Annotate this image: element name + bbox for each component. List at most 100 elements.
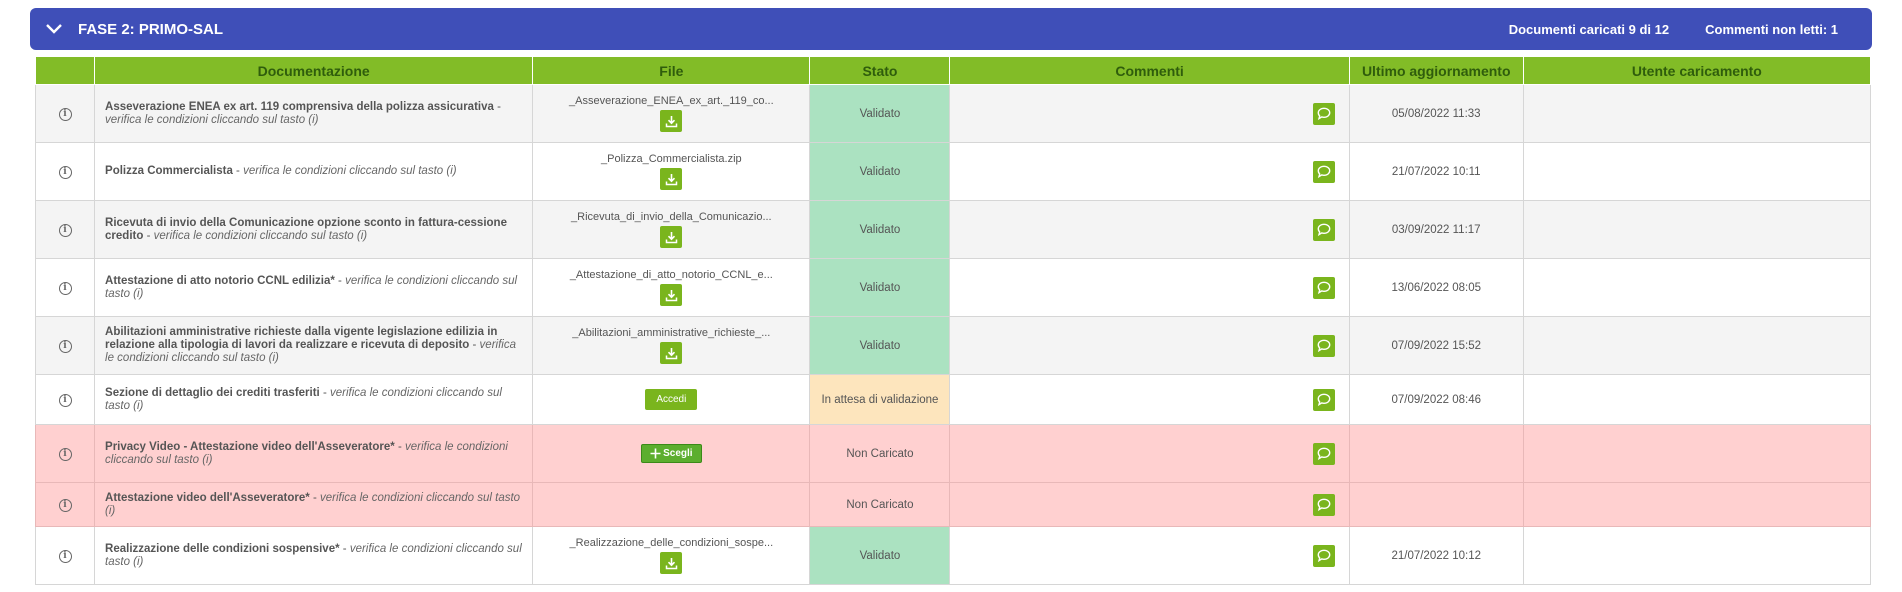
scegli-button[interactable]: Scegli: [641, 444, 702, 463]
col-header-documentazione: Documentazione: [94, 56, 534, 85]
info-icon[interactable]: i: [58, 165, 72, 179]
comment-button[interactable]: [1312, 544, 1335, 567]
status-badge: Validato: [809, 200, 951, 259]
download-button[interactable]: [660, 226, 683, 248]
comments-cell: [949, 526, 1350, 585]
document-cell: Attestazione di atto notorio CCNL ediliz…: [94, 258, 534, 317]
upload-user: [1522, 482, 1872, 527]
file-name[interactable]: _Asseverazione_ENEA_ex_art._119_co...: [541, 95, 801, 107]
document-cell: Asseverazione ENEA ex art. 119 comprensi…: [94, 84, 534, 143]
status-badge: Validato: [809, 258, 951, 317]
chevron-down-icon[interactable]: [30, 8, 78, 50]
comments-cell: [949, 84, 1350, 143]
status-badge: Validato: [809, 526, 951, 585]
required-asterisk: *: [335, 542, 340, 555]
unread-comments-counter: Commenti non letti: 1: [1705, 21, 1838, 37]
comment-button[interactable]: [1312, 334, 1335, 357]
comments-cell: [949, 482, 1350, 527]
status-badge: Validato: [809, 316, 951, 375]
comments-cell: [949, 374, 1350, 425]
upload-user: [1522, 258, 1872, 317]
info-icon[interactable]: i: [58, 281, 72, 295]
last-update: 07/09/2022 15:52: [1348, 316, 1524, 375]
info-icon[interactable]: i: [58, 393, 72, 407]
last-update: 07/09/2022 08:46: [1348, 374, 1524, 425]
comment-button[interactable]: [1312, 160, 1335, 183]
file-name[interactable]: _Abilitazioni_amministrative_richieste_.…: [541, 327, 801, 339]
required-asterisk: *: [305, 491, 310, 504]
col-header-info: [34, 56, 96, 85]
comments-cell: [949, 142, 1350, 201]
file-name[interactable]: _Realizzazione_delle_condizioni_sospe...: [541, 537, 801, 549]
comment-button[interactable]: [1312, 493, 1335, 516]
document-title: Sezione di dettaglio dei crediti trasfer…: [105, 386, 320, 399]
table-row: i Ricevuta di invio della Comunicazione o…: [34, 200, 1872, 259]
last-update: 13/06/2022 08:05: [1348, 258, 1524, 317]
document-cell: Realizzazione delle condizioni sospensiv…: [94, 526, 534, 585]
download-button[interactable]: [660, 110, 683, 132]
table-row: i Attestazione video dell'Asseveratore* -…: [34, 482, 1872, 527]
comment-icon: [1317, 107, 1331, 120]
info-icon[interactable]: i: [58, 107, 72, 121]
download-icon: [665, 173, 678, 186]
file-name[interactable]: _Polizza_Commercialista.zip: [541, 153, 801, 165]
accedi-button[interactable]: Accedi: [645, 389, 698, 410]
file-name[interactable]: _Ricevuta_di_invio_della_Comunicazio...: [541, 211, 801, 223]
upload-user: [1522, 316, 1872, 375]
file-cell: _Polizza_Commercialista.zip: [532, 142, 811, 201]
download-icon: [665, 557, 678, 570]
upload-user: [1522, 424, 1872, 483]
table-row: i Attestazione di atto notorio CCNL edili…: [34, 258, 1872, 317]
scegli-label: Scegli: [663, 448, 693, 459]
col-header-utente-caricamento: Utente caricamento: [1522, 56, 1872, 85]
info-icon[interactable]: i: [58, 498, 72, 512]
download-button[interactable]: [660, 168, 683, 190]
download-button[interactable]: [660, 284, 683, 306]
info-icon[interactable]: i: [58, 339, 72, 353]
last-update: 05/08/2022 11:33: [1348, 84, 1524, 143]
comments-cell: [949, 200, 1350, 259]
document-title: Polizza Commercialista: [105, 165, 233, 177]
upload-user: [1522, 526, 1872, 585]
download-icon: [665, 115, 678, 128]
status-badge: Non Caricato: [809, 482, 951, 527]
comment-button[interactable]: [1312, 218, 1335, 241]
required-asterisk: *: [390, 440, 395, 453]
info-icon[interactable]: i: [58, 223, 72, 237]
document-title: Privacy Video - Attestazione video dell'…: [105, 440, 391, 453]
document-title: Attestazione video dell'Asseveratore: [105, 491, 306, 504]
comments-cell: [949, 316, 1350, 375]
last-update: 21/07/2022 10:11: [1348, 142, 1524, 201]
table-row: i Privacy Video - Attestazione video dell…: [34, 424, 1872, 483]
col-header-ultimo-aggiornamento: Ultimo aggiornamento: [1348, 56, 1524, 85]
file-cell: _Abilitazioni_amministrative_richieste_.…: [532, 316, 811, 375]
upload-user: [1522, 84, 1872, 143]
table-row: i Polizza Commercialista - verifica le co…: [34, 142, 1872, 201]
comment-button[interactable]: [1312, 442, 1335, 465]
last-update: 03/09/2022 11:17: [1348, 200, 1524, 259]
download-button[interactable]: [660, 552, 683, 574]
document-title: Realizzazione delle condizioni sospensiv…: [105, 542, 336, 555]
file-cell: [532, 482, 811, 527]
file-name[interactable]: _Attestazione_di_atto_notorio_CCNL_e...: [541, 269, 801, 281]
info-icon[interactable]: i: [58, 549, 72, 563]
upload-user: [1522, 374, 1872, 425]
last-update: 21/07/2022 10:12: [1348, 526, 1524, 585]
comment-button[interactable]: [1312, 276, 1335, 299]
file-cell: _Ricevuta_di_invio_della_Comunicazio...: [532, 200, 811, 259]
comment-icon: [1317, 165, 1331, 178]
info-icon[interactable]: i: [58, 447, 72, 461]
document-cell: Abilitazioni amministrative richieste da…: [94, 316, 534, 375]
comment-icon: [1317, 339, 1331, 352]
download-button[interactable]: [660, 342, 683, 364]
phase-header[interactable]: FASE 2: PRIMO-SAL Documenti caricati 9 d…: [30, 8, 1872, 50]
comment-button[interactable]: [1312, 102, 1335, 125]
table-row: i Realizzazione delle condizioni sospensi…: [34, 526, 1872, 585]
download-icon: [665, 347, 678, 360]
document-cell: Sezione di dettaglio dei crediti trasfer…: [94, 374, 534, 425]
file-cell: _Asseverazione_ENEA_ex_art._119_co...: [532, 84, 811, 143]
verify-hint: verifica le condizioni cliccando sul tas…: [105, 113, 319, 126]
comments-cell: [949, 424, 1350, 483]
download-icon: [665, 231, 678, 244]
comment-button[interactable]: [1312, 388, 1335, 411]
